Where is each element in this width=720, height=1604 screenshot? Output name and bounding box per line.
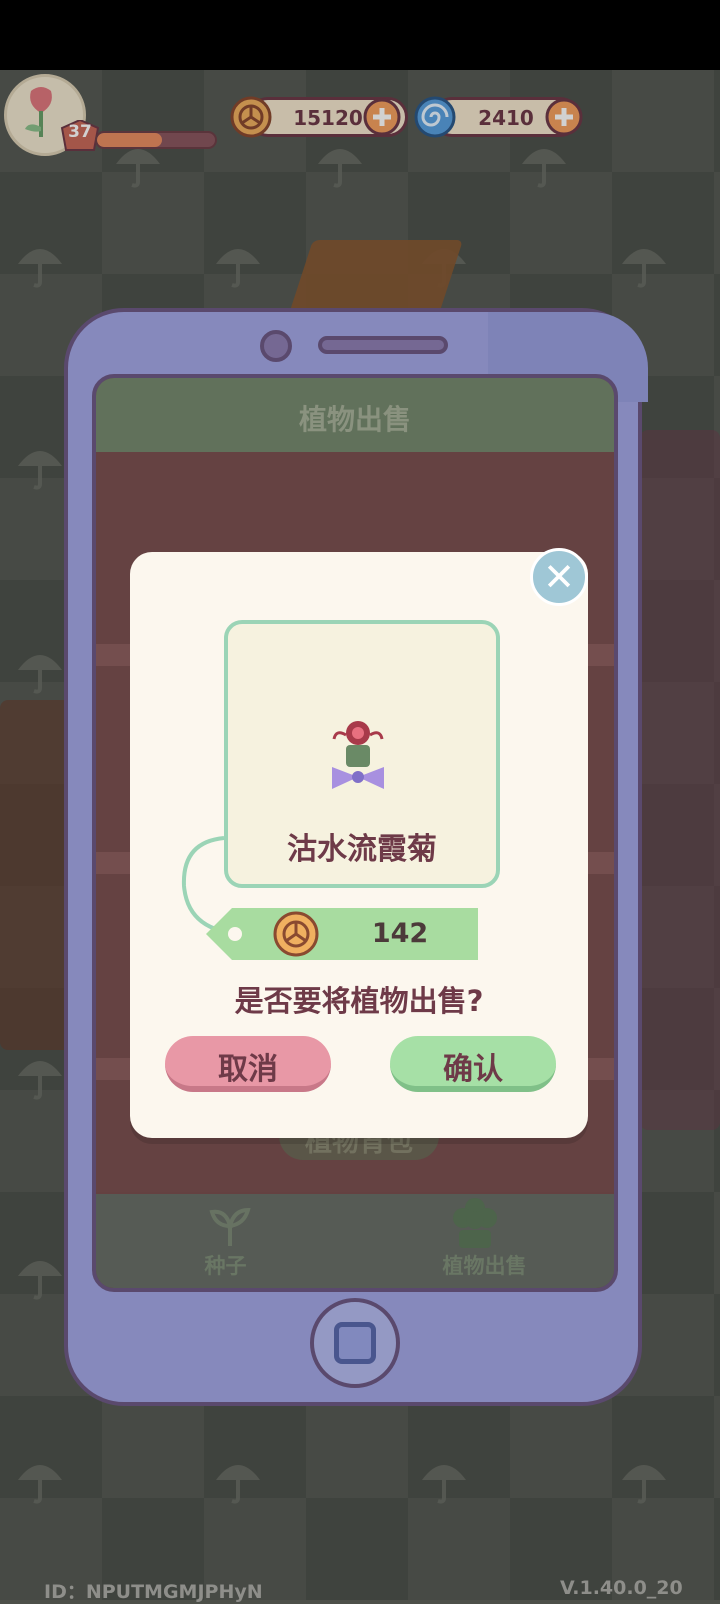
chrysanthemum-plant-icon <box>332 721 384 789</box>
close-button[interactable]: ✕ <box>530 548 588 606</box>
cancel-button[interactable]: 取消 <box>165 1036 331 1092</box>
confirm-button[interactable]: 确认 <box>390 1036 556 1092</box>
sell-question: 是否要将植物出售? <box>234 984 484 1018</box>
status-bar <box>0 0 720 70</box>
coin-icon <box>273 911 319 957</box>
version-label: V.1.40.0_20 <box>560 1577 683 1599</box>
close-icon: ✕ <box>543 555 575 599</box>
confirm-label: 确认 <box>443 1052 503 1087</box>
sell-price: 142 <box>371 918 429 949</box>
tag-hole <box>228 927 242 941</box>
cancel-label: 取消 <box>218 1052 278 1087</box>
